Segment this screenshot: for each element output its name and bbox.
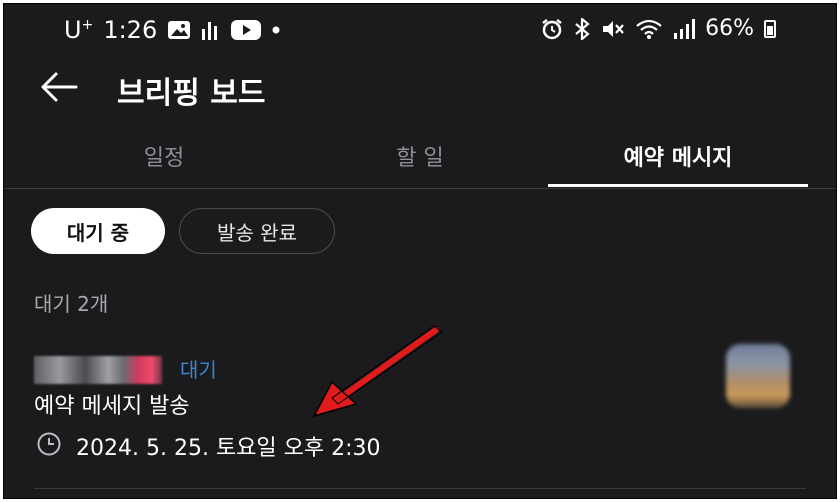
bluetooth-icon (575, 17, 590, 40)
blurred-recipient (34, 356, 162, 384)
signal-bars-icon (202, 22, 218, 40)
clock-icon (37, 432, 61, 456)
tab-bar: 일정 할 일 예약 메시지 (4, 132, 836, 189)
status-badge: 대기 (180, 358, 217, 382)
carrier-text: U (64, 16, 82, 44)
annotation-arrow-icon (312, 325, 443, 418)
tab-todo[interactable]: 할 일 (360, 140, 480, 172)
tab-active-indicator (548, 184, 808, 187)
youtube-icon (231, 20, 262, 40)
status-left: U+ 1:26 (64, 16, 281, 44)
status-right: 66% (541, 16, 776, 41)
gallery-icon (168, 21, 191, 39)
pending-count: 대기 2개 (34, 292, 109, 316)
carrier-label: U+ (64, 16, 93, 44)
back-arrow-icon[interactable] (38, 69, 80, 105)
wifi-icon (636, 19, 662, 39)
carrier-sup: + (81, 17, 94, 33)
alarm-icon (542, 18, 562, 39)
tab-schedule[interactable]: 일정 (104, 140, 224, 172)
status-bar: U+ 1:26 66% (4, 4, 836, 58)
battery-icon (764, 19, 776, 38)
avatar (726, 344, 790, 408)
mute-icon (603, 20, 624, 37)
divider (34, 488, 806, 489)
battery-percent: 66% (705, 16, 754, 41)
filter-chip-sent[interactable]: 발송 완료 (179, 208, 335, 254)
page-title: 브리핑 보드 (117, 76, 266, 111)
filter-chip-pending[interactable]: 대기 중 (31, 208, 165, 254)
app-screen: U+ 1:26 66% 브리핑 보드 일정 할 일 예약 메시지 대기 중 발송… (3, 3, 837, 499)
dot-icon (272, 26, 280, 34)
status-time: 1:26 (103, 16, 158, 44)
cell-signal-icon (674, 18, 696, 39)
scheduled-datetime: 2024. 5. 25. 토요일 오후 2:30 (76, 436, 381, 461)
tab-scheduled-messages[interactable]: 예약 메시지 (548, 140, 808, 172)
message-title: 예약 메세지 발송 (34, 394, 190, 419)
